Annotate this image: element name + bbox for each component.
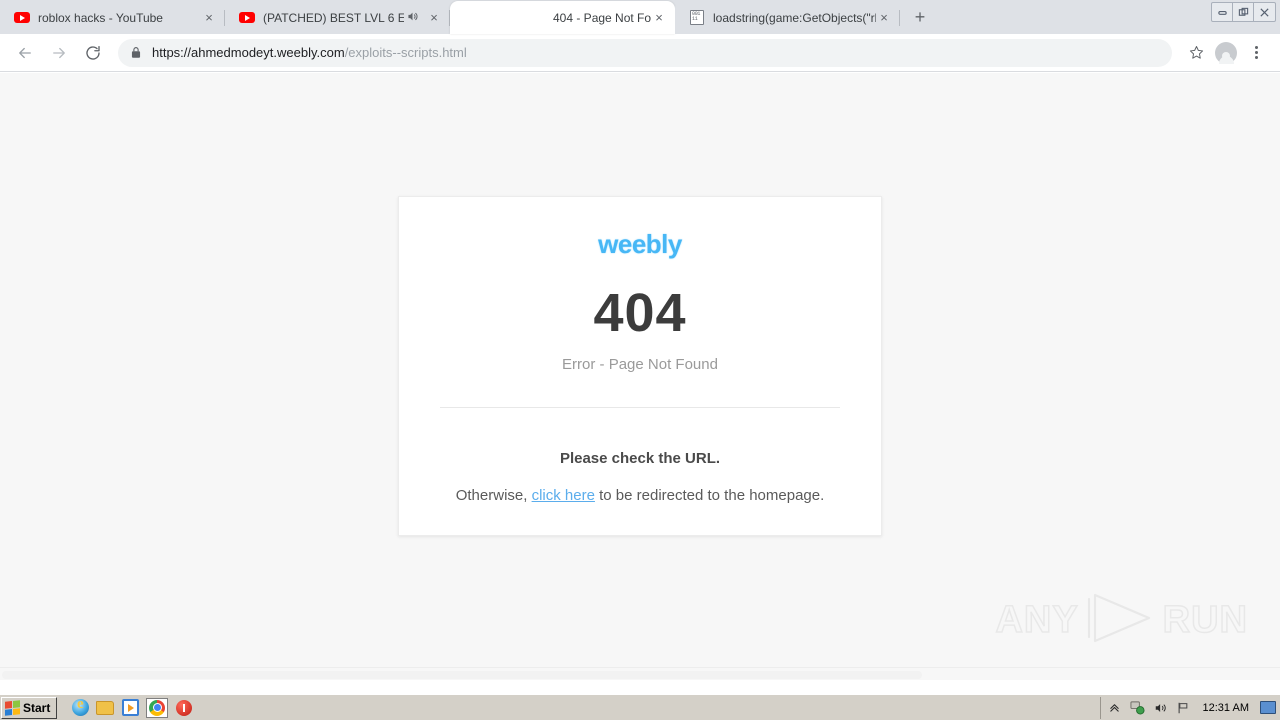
error-code-heading: 404 bbox=[593, 283, 687, 343]
page-horizontal-scrollbar[interactable] bbox=[0, 667, 1280, 680]
chrome-icon[interactable] bbox=[146, 697, 169, 718]
media-player-icon[interactable] bbox=[121, 699, 139, 717]
anyrun-watermark: ANY RUN bbox=[995, 591, 1248, 650]
redirect-prefix: Otherwise, bbox=[455, 487, 532, 504]
redirect-message: Otherwise, click here to be redirected t… bbox=[399, 487, 881, 504]
close-icon[interactable] bbox=[1254, 3, 1275, 21]
browser-tab-loadstring-script[interactable]: 00111 loadstring(game:GetObjects("rbxass… bbox=[675, 1, 900, 34]
check-url-message: Please check the URL. bbox=[559, 450, 721, 467]
tab-strip: roblox hacks - YouTube × (PATCHED) BEST … bbox=[0, 0, 1280, 34]
start-button-label: Start bbox=[23, 700, 51, 715]
back-arrow-icon[interactable] bbox=[10, 38, 40, 68]
start-button[interactable]: Start bbox=[1, 696, 58, 719]
tab-title: loadstring(game:GetObjects("rbxass bbox=[713, 10, 876, 25]
windows-taskbar: Start 12:31 AM bbox=[0, 694, 1280, 720]
internet-explorer-icon[interactable] bbox=[71, 696, 89, 717]
address-bar[interactable]: https://ahmedmodeyt.weebly.com/exploits-… bbox=[118, 38, 1172, 67]
tab-audio-playing-icon[interactable] bbox=[406, 10, 422, 26]
tab-title: (PATCHED) BEST LVL 6 EXECUT bbox=[263, 10, 404, 25]
profile-avatar-icon[interactable] bbox=[1212, 39, 1240, 67]
star-icon[interactable] bbox=[1182, 39, 1210, 67]
error-subtitle: Error - Page Not Found bbox=[562, 356, 718, 373]
forward-arrow-icon[interactable] bbox=[44, 38, 74, 68]
scrollbar-thumb[interactable] bbox=[2, 671, 922, 679]
restore-icon[interactable] bbox=[1233, 3, 1254, 21]
system-tray: 12:31 AM bbox=[1099, 696, 1280, 719]
youtube-icon bbox=[239, 10, 255, 26]
tab-close-button[interactable]: × bbox=[201, 10, 217, 26]
url-host: https://ahmedmodeyt.weebly.com bbox=[152, 45, 345, 60]
volume-icon[interactable] bbox=[1153, 700, 1169, 716]
play-triangle-icon bbox=[1085, 591, 1157, 650]
show-desktop-icon[interactable] bbox=[1260, 701, 1276, 714]
address-bar-url: https://ahmedmodeyt.weebly.com/exploits-… bbox=[152, 45, 467, 60]
new-tab-button[interactable]: + bbox=[906, 3, 934, 31]
card-divider bbox=[440, 407, 840, 408]
blank-icon bbox=[464, 10, 480, 26]
youtube-icon bbox=[14, 10, 30, 26]
watermark-text-any: ANY bbox=[995, 598, 1079, 642]
error-card: weebly 404 Error - Page Not Found Please… bbox=[398, 196, 882, 536]
browser-toolbar: https://ahmedmodeyt.weebly.com/exploits-… bbox=[0, 34, 1280, 72]
url-path: /exploits--scripts.html bbox=[344, 45, 467, 60]
network-icon[interactable] bbox=[1130, 700, 1146, 716]
tray-clock[interactable]: 12:31 AM bbox=[1203, 702, 1249, 714]
flag-icon[interactable] bbox=[1176, 700, 1192, 716]
page-viewport: weebly 404 Error - Page Not Found Please… bbox=[0, 73, 1280, 680]
windows-flag-icon bbox=[5, 699, 20, 716]
binary-file-icon: 001 11 bbox=[689, 10, 705, 26]
quick-launch-bar bbox=[71, 696, 193, 719]
minimize-icon[interactable] bbox=[1212, 3, 1233, 21]
weebly-logo: weebly bbox=[598, 229, 682, 259]
tab-close-button[interactable]: × bbox=[426, 10, 442, 26]
window-controls bbox=[1211, 2, 1276, 22]
redirect-suffix: to be redirected to the homepage. bbox=[594, 487, 825, 504]
click-here-link[interactable]: click here bbox=[532, 487, 595, 504]
windows-explorer-icon[interactable] bbox=[96, 699, 115, 717]
lock-icon bbox=[130, 46, 142, 59]
browser-tab-patched-best-lvl-6[interactable]: (PATCHED) BEST LVL 6 EXECUT × bbox=[225, 1, 450, 34]
stop-record-icon[interactable] bbox=[175, 699, 193, 717]
reload-icon[interactable] bbox=[78, 38, 108, 68]
tab-title: roblox hacks - YouTube bbox=[38, 10, 163, 25]
browser-tab-404-page-not-found[interactable]: 404 - Page Not Found × bbox=[450, 1, 675, 34]
tab-close-button[interactable]: × bbox=[876, 10, 892, 26]
tab-title: 404 - Page Not Found bbox=[553, 10, 651, 25]
three-dot-menu-icon[interactable] bbox=[1242, 39, 1270, 67]
browser-tab-roblox-hacks[interactable]: roblox hacks - YouTube × bbox=[0, 1, 225, 34]
chevron-up-icon[interactable] bbox=[1107, 700, 1123, 716]
tab-close-button[interactable]: × bbox=[651, 10, 667, 26]
browser-window: roblox hacks - YouTube × (PATCHED) BEST … bbox=[0, 0, 1280, 694]
watermark-text-run: RUN bbox=[1162, 598, 1248, 642]
